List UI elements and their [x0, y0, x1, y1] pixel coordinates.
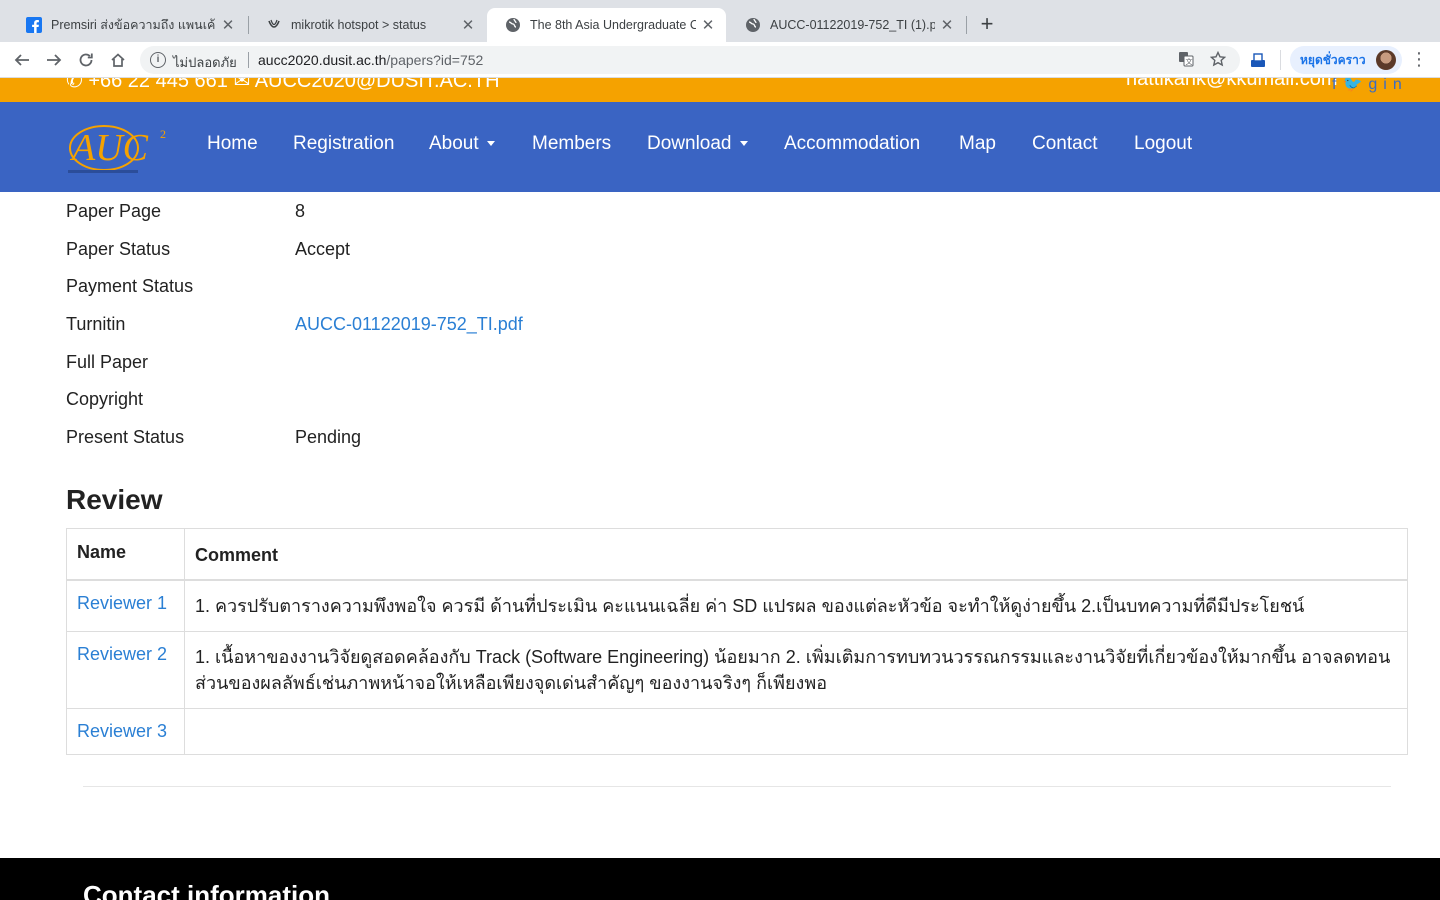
site-topbar: ✆ +66 22 445 661 ✉ AUCC2020@DUSIT.AC.TH … [0, 78, 1440, 102]
close-tab-icon[interactable]: ✕ [220, 16, 236, 34]
profile-button[interactable]: หยุดชั่วคราว [1290, 46, 1402, 74]
translate-icon[interactable]: 文 [1178, 51, 1194, 72]
url-domain: aucc2020.dusit.ac.th [258, 52, 387, 68]
reviewer-link[interactable]: Reviewer 2 [67, 632, 185, 708]
topbar-email[interactable]: AUCC2020@DUSIT.AC.TH [255, 78, 500, 92]
review-comment: 1. เนื้อหาของงานวิจัยดูสอดคล้องกับ Track… [195, 647, 1391, 693]
browser-tab-strip: Premsiri ส่งข้อความถึง แพนเค้กอร์ ✕ mikr… [0, 0, 1440, 42]
nav-contact[interactable]: Contact [1032, 133, 1097, 155]
site-logo[interactable]: AUC 2 [64, 116, 174, 178]
mikrotik-icon [266, 17, 282, 33]
svg-text:2: 2 [160, 127, 166, 141]
close-tab-icon[interactable]: ✕ [700, 16, 716, 34]
nav-home[interactable]: Home [207, 133, 258, 155]
logo-text: AUC [69, 127, 149, 169]
forward-arrow-icon[interactable] [42, 48, 66, 72]
review-comment: 1. ควรปรับตารางความพึงพอใจ ควรมี ด้านที่… [195, 596, 1305, 616]
copyright-label: Copyright [66, 389, 144, 409]
chrome-menu-icon[interactable]: ⋮ [1410, 49, 1428, 69]
address-bar[interactable]: i ไม่ปลอดภัย aucc2020.dusit.ac.th/papers… [140, 46, 1240, 74]
globe-icon [505, 17, 521, 33]
nav-map[interactable]: Map [959, 133, 996, 155]
section-divider [83, 786, 1391, 787]
site-footer: Contact information [0, 858, 1440, 900]
svg-text:文: 文 [1186, 57, 1193, 66]
reviewer-link[interactable]: Reviewer 3 [67, 709, 185, 754]
url-path: /papers?id=752 [386, 52, 484, 68]
envelope-icon: ✉ [233, 78, 251, 92]
name-column-header: Name [67, 529, 185, 579]
turnitin-label: Turnitin [66, 314, 126, 334]
table-header-row: Name Comment [67, 529, 1407, 580]
nav-download[interactable]: Download [647, 133, 748, 155]
close-tab-icon[interactable]: ✕ [939, 16, 955, 34]
reviewer-link[interactable]: Reviewer 1 [67, 581, 185, 631]
security-label[interactable]: ไม่ปลอดภัย [173, 52, 237, 73]
home-icon[interactable] [106, 48, 130, 72]
paper-page-label: Paper Page [66, 201, 162, 221]
google-plus-icon[interactable]: g [1368, 78, 1383, 93]
reload-icon[interactable] [74, 48, 98, 72]
main-navbar: AUC 2 Home Registration About Members Do… [0, 102, 1440, 192]
facebook-icon[interactable]: f [1332, 78, 1342, 93]
nav-logout[interactable]: Logout [1134, 133, 1192, 155]
globe-icon [745, 17, 761, 33]
topbar-contact: ✆ +66 22 445 661 ✉ AUCC2020@DUSIT.AC.TH [66, 78, 500, 93]
avatar [1376, 50, 1396, 70]
browser-tab-mikrotik[interactable]: mikrotik hotspot > status ✕ [248, 8, 486, 42]
present-status-value: Pending [295, 427, 362, 447]
nav-members[interactable]: Members [532, 133, 611, 155]
profile-label: หยุดชั่วคราว [1300, 52, 1366, 67]
caret-down-icon [739, 141, 748, 147]
turnitin-file-link[interactable]: AUCC-01122019-752_TI.pdf [295, 314, 523, 335]
facebook-icon [26, 17, 42, 33]
table-row: Reviewer 3 [67, 708, 1407, 754]
browser-toolbar: i ไม่ปลอดภัย aucc2020.dusit.ac.th/papers… [0, 42, 1440, 78]
nav-registration[interactable]: Registration [293, 133, 394, 155]
twitter-icon[interactable]: 🐦 [1342, 78, 1368, 93]
footer-title: Contact information [83, 880, 330, 900]
present-status-label: Present Status [66, 427, 185, 447]
extension-icon[interactable] [1246, 48, 1270, 72]
phone-icon: ✆ [66, 78, 83, 92]
bookmark-star-icon[interactable] [1209, 50, 1227, 72]
social-links: f🐦gin [1332, 78, 1408, 94]
toolbar-divider [1280, 50, 1281, 70]
caret-down-icon [486, 141, 495, 147]
review-table: Name Comment Reviewer 1 1. ควรปรับตารางค… [66, 528, 1408, 755]
table-row: Reviewer 1 1. ควรปรับตารางความพึงพอใจ คว… [67, 580, 1407, 631]
url-text[interactable]: aucc2020.dusit.ac.th/papers?id=752 [258, 52, 483, 68]
paper-status-label: Paper Status [66, 239, 171, 259]
review-comment [185, 709, 1407, 754]
omnibox-divider [248, 52, 249, 68]
paper-page-value: 8 [295, 201, 306, 221]
info-icon[interactable]: i [150, 52, 166, 68]
nav-about[interactable]: About [429, 133, 495, 155]
back-arrow-icon[interactable] [10, 48, 34, 72]
review-heading: Review [66, 484, 163, 515]
new-tab-icon[interactable]: + [976, 12, 998, 36]
browser-tab-active[interactable]: The 8th Asia Undergraduate Co ✕ [487, 8, 726, 42]
linkedin-icon[interactable]: in [1383, 78, 1407, 93]
comment-column-header: Comment [195, 545, 279, 565]
paper-status-value: Accept [295, 239, 351, 259]
nav-accommodation[interactable]: Accommodation [784, 133, 920, 155]
table-row: Reviewer 2 1. เนื้อหาของงานวิจัยดูสอดคล้… [67, 631, 1407, 708]
full-paper-label: Full Paper [66, 352, 149, 372]
tab-separator [966, 16, 967, 34]
payment-status-label: Payment Status [66, 276, 194, 296]
browser-tab-facebook[interactable]: Premsiri ส่งข้อความถึง แพนเค้กอร์ ✕ [8, 8, 246, 42]
browser-tab-pdf[interactable]: AUCC-01122019-752_TI (1).pdf ✕ [727, 8, 965, 42]
topbar-user-email[interactable]: nattikank@kkumail.com [1126, 78, 1337, 91]
close-tab-icon[interactable]: ✕ [460, 16, 476, 34]
topbar-phone: +66 22 445 661 [88, 78, 228, 92]
